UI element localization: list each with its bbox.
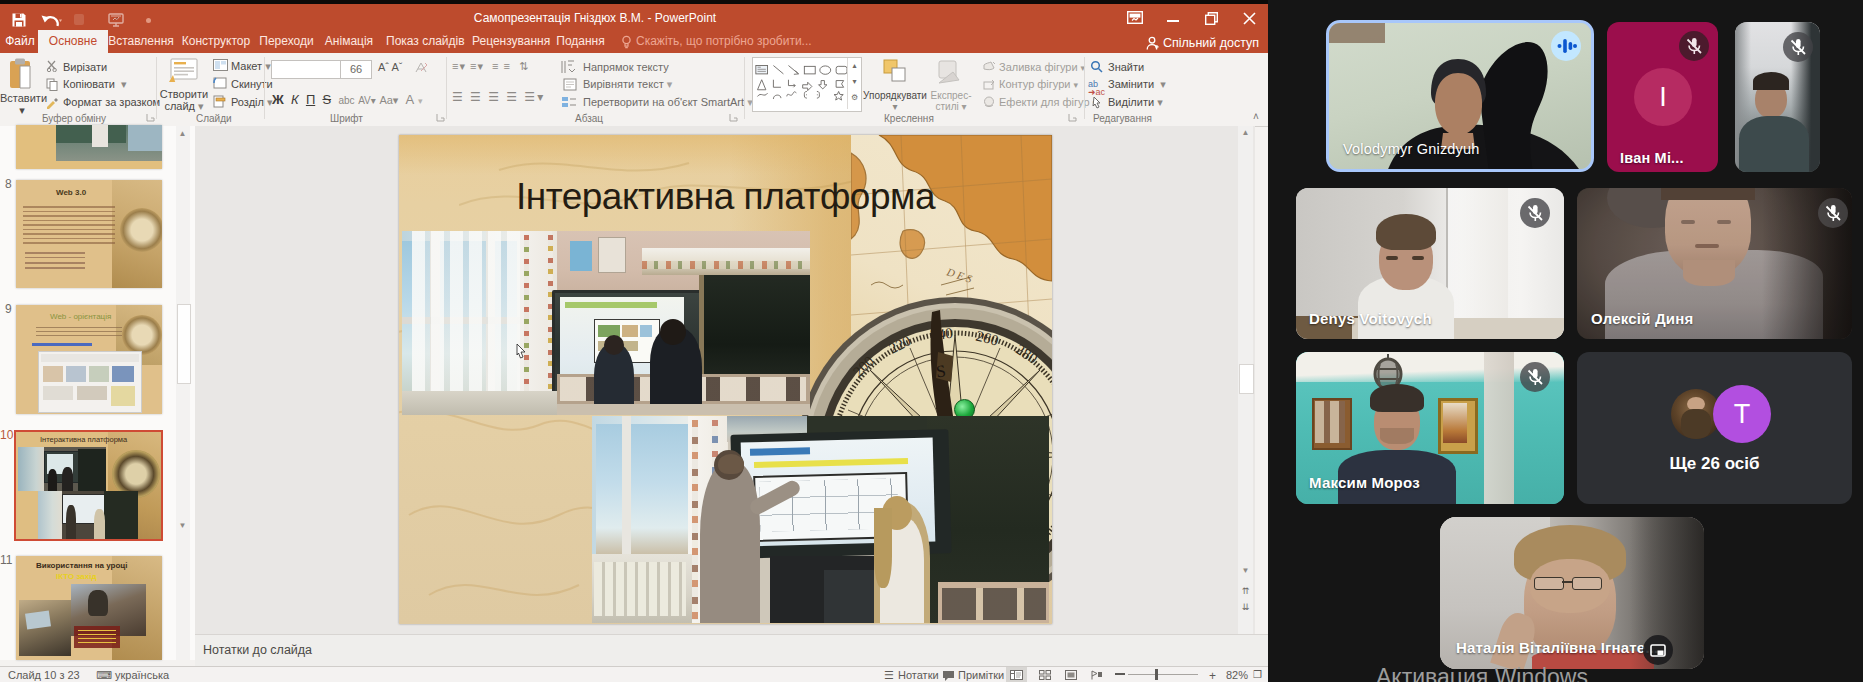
svg-text:D E S: D E S bbox=[944, 265, 974, 285]
